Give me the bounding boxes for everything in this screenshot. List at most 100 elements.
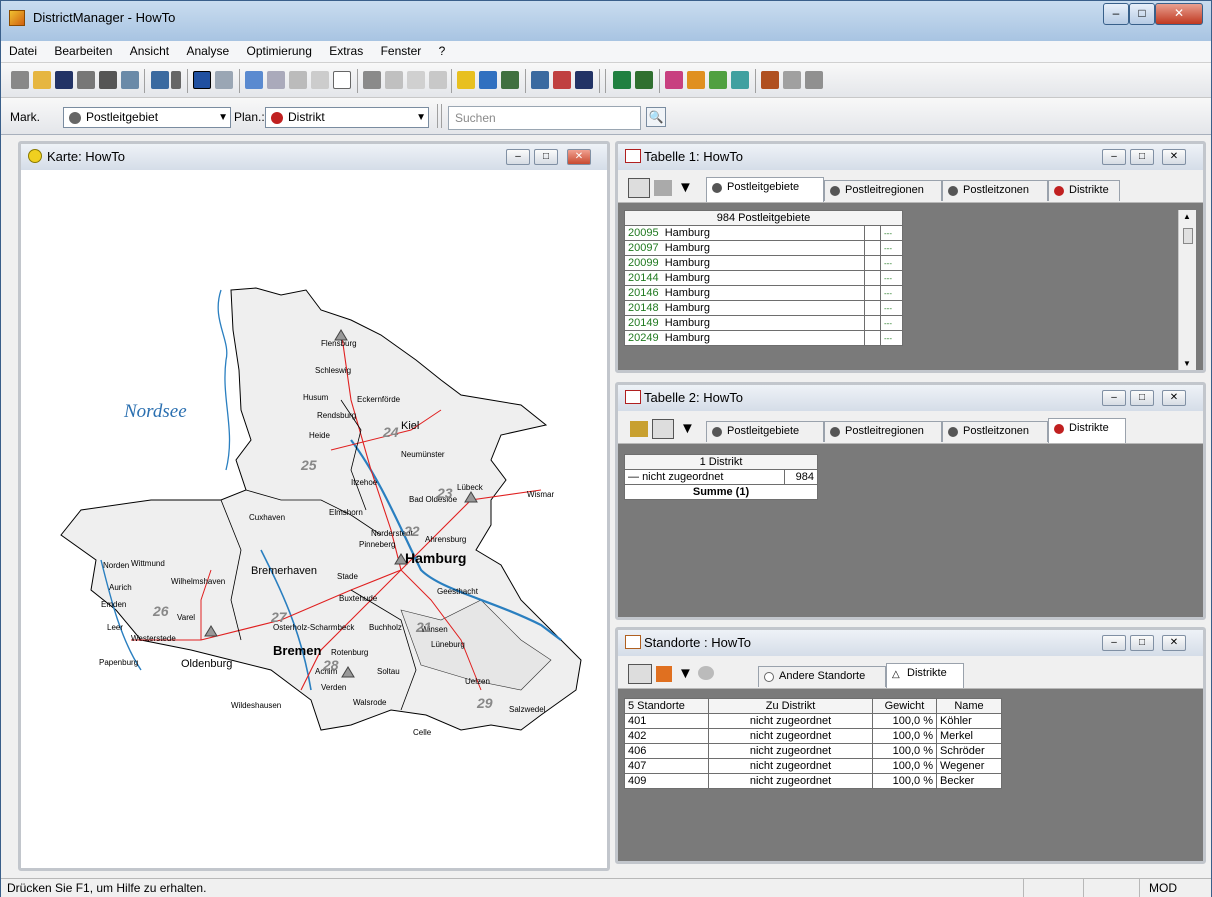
select-area-icon[interactable] xyxy=(215,71,233,89)
marker-icon[interactable] xyxy=(457,71,475,89)
table-row[interactable]: 407 nicht zugeordnet 100,0 % Wegener xyxy=(624,758,1002,774)
search-input[interactable]: Suchen xyxy=(448,106,641,130)
standorte-close-button[interactable]: ✕ xyxy=(1162,635,1186,651)
open-folder-icon[interactable] xyxy=(33,71,51,89)
key-icon[interactable] xyxy=(709,71,727,89)
table1-close-button[interactable]: ✕ xyxy=(1162,149,1186,165)
group-icon[interactable] xyxy=(805,71,823,89)
person-icon[interactable] xyxy=(761,71,779,89)
table-row[interactable]: 402 nicht zugeordnet 100,0 % Merkel xyxy=(624,728,1002,744)
column-header[interactable]: 5 Standorte xyxy=(624,698,709,714)
assign-icon[interactable] xyxy=(656,666,672,682)
plan-select[interactable]: Distrikt ▼ xyxy=(265,107,429,128)
undo-icon[interactable] xyxy=(151,71,169,89)
table2-maximize-button[interactable]: □ xyxy=(1130,390,1154,406)
table-row[interactable]: 401 nicht zugeordnet 100,0 % Köhler xyxy=(624,713,1002,729)
filter-icon[interactable]: ▼ xyxy=(680,420,695,437)
pin-icon[interactable] xyxy=(479,71,497,89)
table1-minimize-button[interactable]: – xyxy=(1102,149,1126,165)
print-preview-icon[interactable] xyxy=(121,71,139,89)
filter-flash-icon[interactable] xyxy=(628,178,650,198)
district-map[interactable]: Nordsee Flensburg Schleswig Husum Eckern… xyxy=(21,170,607,868)
select-tool-icon[interactable] xyxy=(193,71,211,89)
table-row[interactable]: 20097 Hamburg --- xyxy=(624,240,903,256)
cross-icon[interactable] xyxy=(429,71,447,89)
district-tool-icon[interactable] xyxy=(363,71,381,89)
legend-icon[interactable] xyxy=(613,71,631,89)
tool-icon[interactable] xyxy=(501,71,519,89)
label-icon[interactable] xyxy=(531,71,549,89)
map-maximize-button[interactable]: □ xyxy=(534,149,558,165)
locations-grey-icon[interactable] xyxy=(698,666,714,680)
pan-hand-icon[interactable] xyxy=(311,71,329,89)
new-icon[interactable] xyxy=(11,71,29,89)
tab-distrikte[interactable]: △ Distrikte xyxy=(886,663,964,688)
tab-postleitzonen[interactable]: Postleitzonen xyxy=(942,180,1048,201)
mark-select[interactable]: Postleitgebiet ▼ xyxy=(63,107,231,128)
tab-postleitregionen[interactable]: Postleitregionen xyxy=(824,421,942,442)
scrollbar-thumb[interactable] xyxy=(1183,228,1193,244)
menu-optimierung[interactable]: Optimierung xyxy=(239,41,318,58)
edit-icon[interactable] xyxy=(652,419,674,439)
filter-icon[interactable]: ▼ xyxy=(678,665,693,682)
tab-postleitregionen[interactable]: Postleitregionen xyxy=(824,180,942,201)
export-icon[interactable] xyxy=(77,71,95,89)
eye-icon[interactable] xyxy=(628,664,652,684)
menu-analyse[interactable]: Analyse xyxy=(178,41,235,58)
zoom-out-icon[interactable] xyxy=(267,71,285,89)
standorte-minimize-button[interactable]: – xyxy=(1102,635,1126,651)
table-row[interactable]: 20146 Hamburg --- xyxy=(624,285,903,301)
menu-ansicht[interactable]: Ansicht xyxy=(122,41,175,58)
tab-distrikte[interactable]: Distrikte xyxy=(1048,418,1126,443)
minimize-button[interactable]: – xyxy=(1103,3,1129,25)
table-row[interactable]: — nicht zugeordnet 984 xyxy=(624,469,818,485)
map-close-button[interactable]: ✕ xyxy=(567,149,591,165)
search-icon[interactable]: 🔍 xyxy=(646,107,666,127)
table-row[interactable]: 20095 Hamburg --- xyxy=(624,225,903,241)
globe-icon[interactable] xyxy=(731,71,749,89)
menu-extras[interactable]: Extras xyxy=(321,41,369,58)
tab-andere-standorte[interactable]: Andere Standorte xyxy=(758,666,886,687)
rectangle-icon[interactable] xyxy=(333,71,351,89)
table-row[interactable]: 20249 Hamburg --- xyxy=(624,330,903,346)
menu-help[interactable]: ? xyxy=(431,41,452,58)
tab-postleitgebiete[interactable]: Postleitgebiete xyxy=(706,177,824,202)
scroll-down-icon[interactable]: ▼ xyxy=(1183,359,1191,368)
table-row[interactable]: 20149 Hamburg --- xyxy=(624,315,903,331)
close-button[interactable]: ✕ xyxy=(1155,3,1203,25)
table1-scrollbar[interactable]: ▲ ▼ xyxy=(1178,210,1196,370)
filter-icon[interactable]: ▼ xyxy=(678,179,693,196)
maximize-button[interactable]: □ xyxy=(1129,3,1155,25)
column-header[interactable]: 984 Postleitgebiete xyxy=(624,210,903,226)
menu-datei[interactable]: Datei xyxy=(1,41,43,58)
filter-flash-icon[interactable] xyxy=(630,421,648,437)
zoom-in-icon[interactable] xyxy=(245,71,263,89)
table-row[interactable]: 406 nicht zugeordnet 100,0 % Schröder xyxy=(624,743,1002,759)
tab-postleitzonen[interactable]: Postleitzonen xyxy=(942,421,1048,442)
table-row[interactable]: 20144 Hamburg --- xyxy=(624,270,903,286)
table-row[interactable]: 20099 Hamburg --- xyxy=(624,255,903,271)
column-header[interactable]: Zu Distrikt xyxy=(708,698,873,714)
help-cursor-icon[interactable] xyxy=(575,71,593,89)
menu-bearbeiten[interactable]: Bearbeiten xyxy=(46,41,118,58)
person-grey-icon[interactable] xyxy=(783,71,801,89)
save-icon[interactable] xyxy=(55,71,73,89)
label-edit-icon[interactable] xyxy=(553,71,571,89)
tab-postleitgebiete[interactable]: Postleitgebiete xyxy=(706,421,824,442)
table-icon[interactable] xyxy=(407,71,425,89)
table1-maximize-button[interactable]: □ xyxy=(1130,149,1154,165)
column-header[interactable]: Gewicht xyxy=(872,698,937,714)
zoom-all-icon[interactable] xyxy=(289,71,307,89)
map-minimize-button[interactable]: – xyxy=(506,149,530,165)
scroll-up-icon[interactable]: ▲ xyxy=(1183,212,1191,221)
column-header[interactable]: 1 Distrikt xyxy=(624,454,818,470)
menu-fenster[interactable]: Fenster xyxy=(373,41,428,58)
print-icon[interactable] xyxy=(99,71,117,89)
column-header[interactable]: Name xyxy=(936,698,1002,714)
chart-icon[interactable] xyxy=(635,71,653,89)
edit-icon[interactable] xyxy=(654,180,672,196)
standorte-maximize-button[interactable]: □ xyxy=(1130,635,1154,651)
target-icon[interactable] xyxy=(687,71,705,89)
measure-icon[interactable] xyxy=(665,71,683,89)
grid-icon[interactable] xyxy=(385,71,403,89)
